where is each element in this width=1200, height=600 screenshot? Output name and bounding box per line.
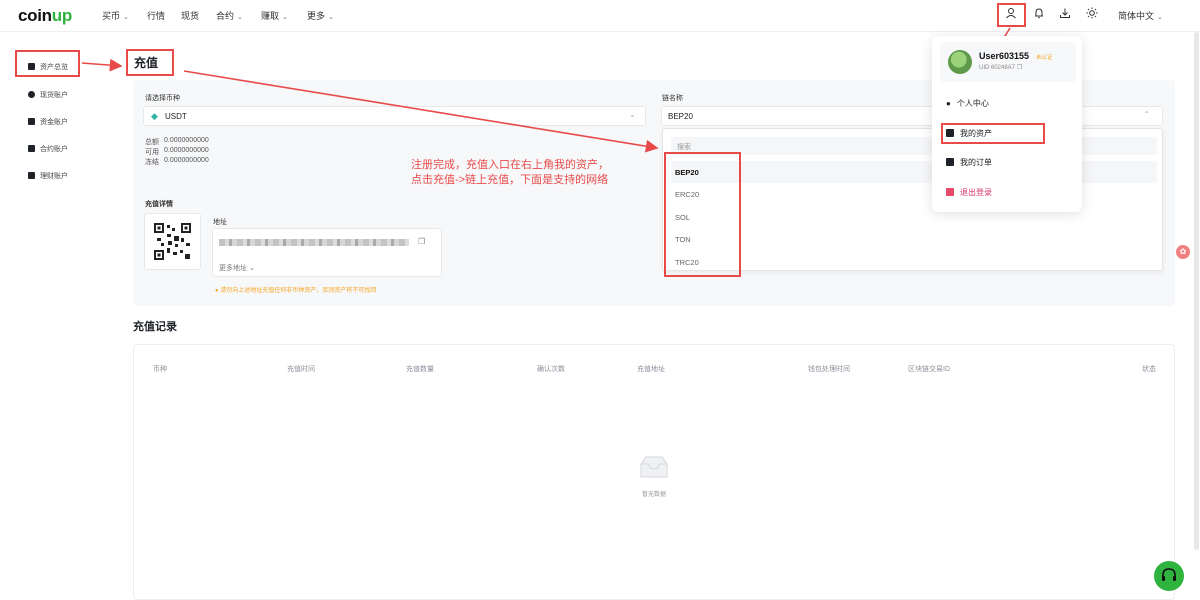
copy-icon[interactable]: ❐ (1017, 65, 1022, 71)
scrollbar[interactable] (1194, 32, 1199, 550)
menu-item-logout[interactable]: 退出登录 (946, 187, 992, 198)
person-icon: ● (946, 99, 951, 108)
headset-icon (1162, 568, 1176, 581)
col-amount: 充值数量 (406, 366, 434, 373)
logout-icon (946, 188, 954, 196)
user-card: User603155 未认证 UID 60248A7 ❐ (940, 42, 1076, 82)
floating-badge-icon[interactable]: ✿ (1176, 245, 1190, 259)
empty-inbox-icon (638, 455, 670, 484)
col-wallet-time: 钱包处理时间 (808, 366, 850, 373)
col-txid: 区块链交易ID (908, 366, 950, 373)
col-status: 状态 (1142, 366, 1156, 373)
col-confirmations: 确认次数 (537, 366, 565, 373)
orders-icon (946, 158, 954, 166)
support-button[interactable] (1154, 561, 1184, 591)
avatar[interactable] (948, 50, 972, 74)
verify-badge[interactable]: 未认证 (1036, 53, 1053, 61)
col-time: 充值时间 (287, 366, 315, 373)
col-address: 充值地址 (637, 366, 665, 373)
menu-item-profile[interactable]: ● 个人中心 (946, 98, 989, 109)
highlight-my-assets (941, 123, 1045, 144)
uid: UID 60248A7 ❐ (979, 65, 1023, 71)
empty-text: 暂无数据 (642, 492, 667, 498)
records-title: 充值记录 (133, 321, 177, 333)
col-coin: 币种 (153, 366, 167, 373)
menu-item-my-orders[interactable]: 我的订单 (946, 157, 992, 168)
username: User603155 (979, 51, 1030, 61)
